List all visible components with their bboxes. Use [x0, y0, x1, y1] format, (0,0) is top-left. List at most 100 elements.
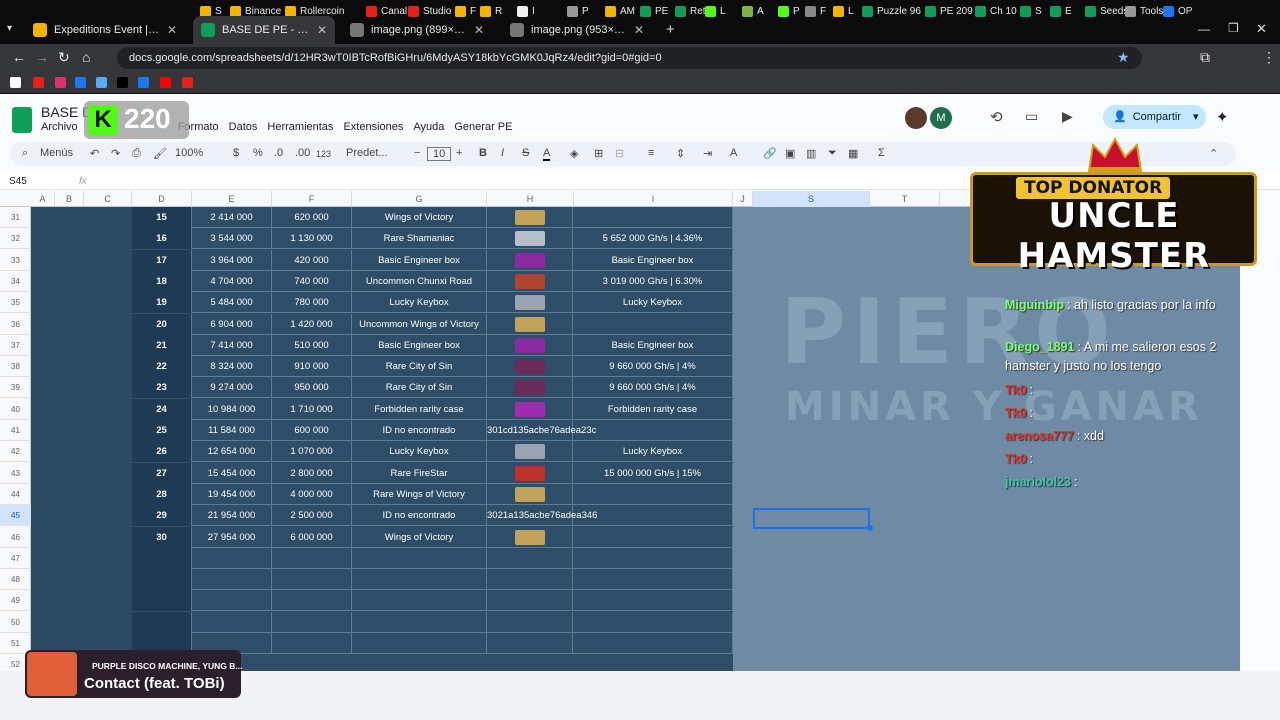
cell-d[interactable] [132, 590, 192, 612]
cell-g[interactable] [352, 590, 487, 612]
zoom-select[interactable]: 100% [175, 147, 203, 159]
cell-d[interactable]: 20 [132, 313, 192, 335]
row-header[interactable]: 42 [0, 441, 31, 463]
bookmark-icon[interactable] [10, 77, 21, 88]
filter-icon[interactable]: ⏷ [828, 147, 837, 160]
vertical-align-icon[interactable]: ⇕ [676, 147, 685, 160]
decrease-decimals-button[interactable]: .0 [274, 147, 283, 159]
cell-h[interactable] [487, 547, 573, 569]
cell-f[interactable]: 1 130 000 [272, 228, 352, 250]
cell-i[interactable] [573, 207, 733, 228]
text-color-icon[interactable]: A [543, 147, 551, 161]
window-close-button[interactable]: ✕ [1256, 21, 1267, 37]
cell-d[interactable]: 21 [132, 334, 192, 356]
column-header[interactable]: E [192, 191, 272, 207]
cell-h[interactable] [487, 377, 573, 399]
cell-g[interactable]: Lucky Keybox [352, 292, 487, 314]
cell-f[interactable]: 420 000 [272, 249, 352, 271]
cell-g[interactable] [352, 569, 487, 591]
menu-item[interactable]: Datos [229, 121, 258, 133]
currency-format-button[interactable]: $ [233, 147, 239, 159]
column-header[interactable]: T [870, 191, 940, 207]
tab-close-icon[interactable]: ✕ [474, 23, 484, 37]
bookmark-item[interactable]: L [833, 4, 854, 18]
cell-d[interactable]: 17 [132, 249, 192, 271]
column-header[interactable]: S [753, 191, 870, 207]
tab-close-icon[interactable]: ✕ [167, 23, 177, 37]
cell-g[interactable]: Wings of Victory [352, 207, 487, 228]
font-size-decrease[interactable]: − [414, 147, 420, 159]
cell-h[interactable] [487, 249, 573, 271]
cell-f[interactable]: 2 500 000 [272, 505, 352, 527]
tab-close-icon[interactable]: ✕ [634, 23, 644, 37]
cell-g[interactable]: ID no encontrado [352, 505, 487, 527]
cell-f[interactable]: 4 000 000 [272, 483, 352, 505]
new-tab-button[interactable]: + [666, 21, 675, 38]
cell-d[interactable]: 22 [132, 356, 192, 378]
cell-i[interactable] [573, 611, 733, 633]
cell-e[interactable]: 4 704 000 [192, 270, 272, 292]
functions-icon[interactable]: Σ [878, 147, 885, 159]
menu-item[interactable]: Extensiones [343, 121, 403, 133]
cell-f[interactable] [272, 547, 352, 569]
cell-e[interactable]: 19 454 000 [192, 483, 272, 505]
cell-f[interactable] [272, 611, 352, 633]
cell-h[interactable] [487, 462, 573, 484]
search-menus-icon[interactable]: ⌕ [22, 147, 28, 160]
print-icon[interactable]: ⎙ [132, 147, 141, 160]
bookmark-star-icon[interactable]: ★ [1117, 49, 1130, 66]
row-header[interactable]: 37 [0, 335, 31, 356]
cell-i[interactable] [573, 569, 733, 591]
cell-g[interactable]: Forbidden rarity case [352, 398, 487, 420]
align-icon[interactable]: ≡ [648, 147, 654, 159]
cell-d[interactable]: 28 [132, 483, 192, 505]
window-maximize-button[interactable]: ❐ [1228, 21, 1239, 35]
row-header[interactable]: 36 [0, 314, 31, 335]
comment-icon[interactable]: ▣ [785, 147, 795, 160]
row-header[interactable]: 40 [0, 399, 31, 420]
row-header[interactable]: 33 [0, 250, 31, 271]
browser-tab[interactable]: image.png (953×358) ✕ [502, 16, 652, 44]
sheets-logo-icon[interactable] [12, 107, 32, 133]
column-header[interactable]: G [352, 191, 487, 207]
row-header[interactable]: 48 [0, 569, 31, 591]
column-header[interactable]: H [487, 191, 574, 207]
cell-i[interactable] [573, 505, 733, 527]
row-header[interactable]: 43 [0, 463, 31, 484]
cell-g[interactable]: Basic Engineer box [352, 334, 487, 356]
name-box[interactable]: S45 [9, 176, 27, 187]
cell-d[interactable] [132, 547, 192, 569]
column-header[interactable]: D [132, 191, 192, 207]
borders-icon[interactable]: ⊞ [594, 147, 603, 160]
bookmark-item[interactable]: E [1050, 4, 1072, 18]
percent-format-button[interactable]: % [253, 147, 263, 159]
cell-f[interactable]: 1 420 000 [272, 313, 352, 335]
cell-h[interactable] [487, 633, 573, 654]
back-icon[interactable]: ← [12, 49, 26, 65]
url-field[interactable]: docs.google.com/spreadsheets/d/12HR3wT0I… [117, 47, 1142, 69]
cell-e[interactable]: 3 964 000 [192, 249, 272, 271]
cell-h[interactable] [487, 228, 573, 250]
cell-g[interactable]: Rare City of Sin [352, 377, 487, 399]
cell-h[interactable]: 301cd135acbe76adea23c [487, 420, 596, 441]
bookmark-item[interactable]: S [1020, 4, 1042, 18]
share-button[interactable]: 👤 Compartir ▾ [1103, 105, 1206, 129]
cell-e[interactable]: 6 904 000 [192, 313, 272, 335]
cell-d[interactable]: 19 [132, 292, 192, 314]
cell-h[interactable] [487, 292, 573, 314]
cell-h[interactable] [487, 313, 573, 335]
cell-f[interactable] [272, 633, 352, 654]
cell-i[interactable]: Forbidden rarity case [573, 398, 733, 420]
reload-icon[interactable]: ↻ [58, 49, 70, 66]
text-rotation-icon[interactable]: A [730, 147, 737, 159]
cell-h[interactable] [487, 356, 573, 378]
cell-i[interactable] [573, 526, 733, 548]
cell-i[interactable]: 15 000 000 Gh/s | 15% [573, 462, 733, 484]
cell-i[interactable] [573, 313, 733, 335]
row-header[interactable]: 44 [0, 484, 31, 505]
cell-e[interactable]: 9 274 000 [192, 377, 272, 399]
italic-icon[interactable]: I [501, 147, 504, 159]
cell-g[interactable] [352, 547, 487, 569]
cell-d[interactable]: 18 [132, 270, 192, 292]
row-header[interactable]: 31 [0, 207, 31, 228]
